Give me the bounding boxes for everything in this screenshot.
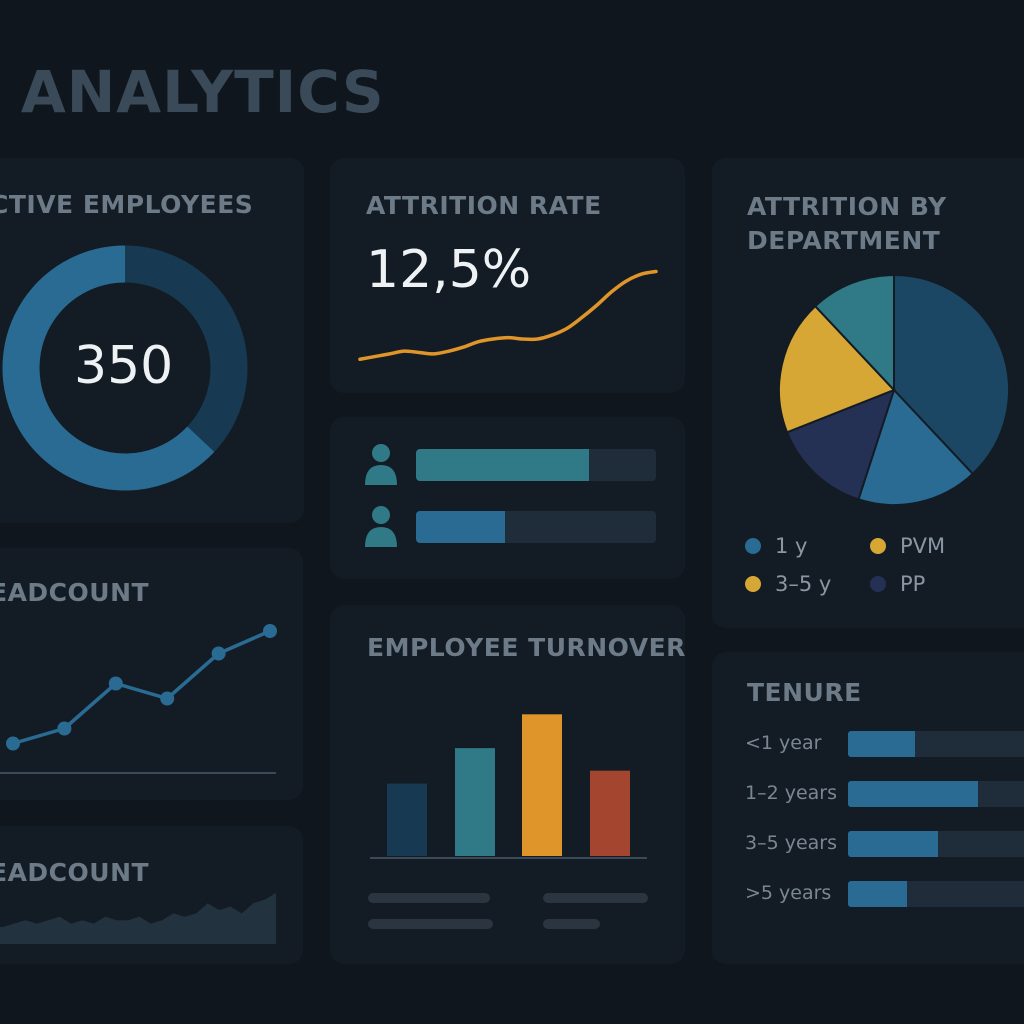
legend-label: 1 y: [775, 534, 808, 558]
page-title: R ANALYTICS: [0, 58, 385, 126]
placeholder-text-line: [368, 893, 490, 903]
legend-dot: [870, 576, 886, 592]
legend-item: PVM: [870, 534, 945, 558]
employee-turnover-chart: [370, 714, 647, 859]
headcount-trend-line: [12, 629, 271, 746]
legend-item: 1 y: [745, 534, 807, 558]
legend-item: PP: [870, 572, 925, 596]
active-employees-value: 350: [74, 336, 174, 396]
attrition-rate-sparkline: [358, 269, 658, 361]
data-point: [57, 721, 72, 736]
tenure-label: <1 year: [745, 732, 822, 754]
comparison-bar: [416, 449, 656, 481]
legend-label: PP: [900, 572, 926, 596]
headcount-area-card: EADCOUNT: [0, 826, 303, 964]
legend-dot: [870, 538, 886, 554]
tenure-bar: [848, 881, 1024, 907]
data-point: [263, 624, 277, 638]
placeholder-text-line: [368, 919, 493, 929]
tenure-bar-fill: [848, 881, 908, 907]
data-point: [211, 646, 226, 661]
placeholder-text-line: [543, 919, 600, 929]
tenure-bar: [848, 731, 1024, 757]
tenure-bar: [848, 781, 1024, 807]
tenure-title: TENURE: [747, 678, 862, 707]
placeholder-text-line: [543, 893, 648, 903]
data-point: [108, 676, 123, 691]
headcount-line-chart: [0, 624, 277, 774]
legend-label: 3–5 y: [775, 572, 832, 596]
turnover-bar-3: [522, 714, 562, 856]
tenure-bar-fill: [848, 731, 915, 757]
tenure-bar-fill: [848, 781, 978, 807]
legend-dot: [745, 538, 761, 554]
legend-label: PVM: [900, 534, 946, 558]
tenure-bar-fill: [848, 831, 938, 857]
tenure-label: 1–2 years: [745, 782, 838, 804]
active-employees-card: CTIVE EMPLOYEES 350: [0, 158, 304, 523]
headcount-line-card: EADCOUNT: [0, 548, 303, 800]
turnover-bar-4: [590, 770, 630, 856]
data-point: [6, 736, 20, 751]
attrition-rate-card: ATTRITION RATE 12,5%: [330, 158, 685, 393]
tenure-label: >5 years: [745, 882, 832, 904]
person-icon: [364, 505, 398, 549]
comparison-bar: [416, 511, 656, 543]
tenure-bar: [848, 831, 1024, 857]
turnover-bar-2: [455, 748, 495, 856]
data-point: [160, 691, 175, 706]
person-icon: [364, 443, 398, 487]
legend-item: 3–5 y: [745, 572, 831, 596]
tenure-label: 3–5 years: [745, 832, 838, 854]
turnover-bar-1: [387, 783, 427, 856]
comparison-bar-fill: [416, 449, 589, 481]
comparison-card: [330, 417, 685, 579]
headcount-area-fill: [0, 893, 276, 944]
headcount-area-chart: [0, 893, 276, 944]
legend-dot: [745, 576, 761, 592]
attrition-department-card: ATTRITION BY DEPARTMENT 1 y PVM 3–5 y PP: [712, 158, 1024, 628]
tenure-card: TENURE <1 year 1–2 years 3–5 years >5 years: [712, 652, 1024, 964]
comparison-bar-fill: [416, 511, 505, 543]
attrition-trend-line: [358, 269, 658, 361]
employee-turnover-card: EMPLOYEE TURNOVER: [330, 605, 685, 964]
